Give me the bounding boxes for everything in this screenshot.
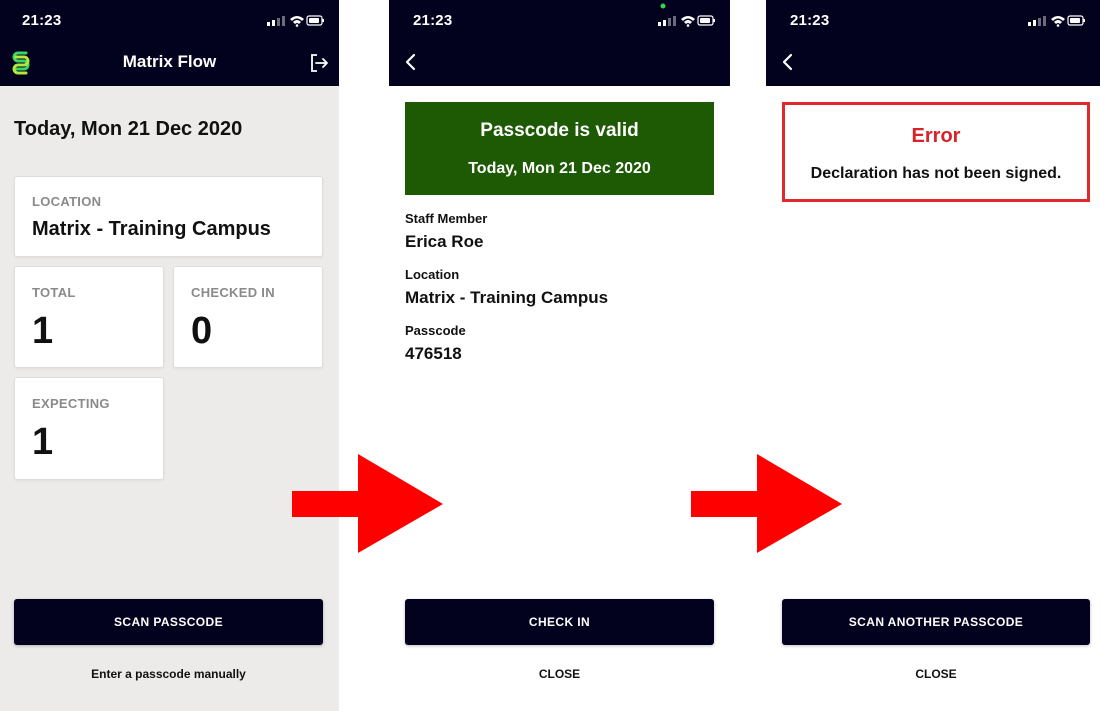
- total-label: TOTAL: [32, 285, 76, 300]
- staff-member-value: Erica Roe: [405, 232, 484, 251]
- flow-page: 21:23 Matrix Flow Today, Mon 21 Dec 2020…: [0, 0, 1100, 711]
- checked-in-label: CHECKED IN: [191, 285, 275, 300]
- status-icons: [658, 15, 715, 27]
- status-time: 21:23: [790, 12, 830, 29]
- green-dot-icon: [660, 3, 666, 9]
- status-time: 21:23: [413, 12, 453, 29]
- error-message: Declaration has not been signed.: [810, 165, 1062, 182]
- date-heading: Today, Mon 21 Dec 2020: [14, 118, 243, 140]
- expecting-card: EXPECTING 1: [14, 377, 164, 480]
- banner-title: Passcode is valid: [480, 120, 639, 141]
- checked-in-card: CHECKED IN 0: [173, 266, 323, 368]
- expecting-label: EXPECTING: [32, 396, 110, 411]
- expecting-value: 1: [32, 421, 54, 463]
- nav-bar: 21:23: [389, 0, 730, 86]
- location-label: Location: [405, 267, 460, 282]
- chevron-left-icon[interactable]: [401, 52, 421, 72]
- passcode-label: Passcode: [405, 323, 466, 338]
- red-arrow-icon: [292, 454, 443, 553]
- home-screen: 21:23 Matrix Flow Today, Mon 21 Dec 2020…: [0, 0, 339, 711]
- status-icons: [267, 15, 324, 27]
- logout-icon[interactable]: [309, 53, 329, 73]
- app-title: Matrix Flow: [122, 52, 217, 71]
- enter-passcode-manually-link[interactable]: Enter a passcode manually: [0, 667, 337, 681]
- nav-bar: 21:23 Matrix Flow: [0, 0, 339, 86]
- location-label: LOCATION: [32, 194, 102, 209]
- checked-in-value: 0: [191, 310, 213, 352]
- red-arrow-icon: [691, 454, 842, 553]
- close-link[interactable]: CLOSE: [766, 667, 1100, 681]
- error-title: Error: [911, 125, 961, 147]
- passcode-valid-screen: 21:23 Passcode is valid Today, Mon 21 De…: [389, 0, 730, 711]
- status-time: 21:23: [22, 12, 62, 29]
- banner-date: Today, Mon 21 Dec 2020: [468, 160, 651, 177]
- scan-passcode-button[interactable]: SCAN PASSCODE: [14, 599, 323, 645]
- close-link[interactable]: CLOSE: [389, 667, 730, 681]
- passcode-valid-banner: Passcode is valid Today, Mon 21 Dec 2020: [405, 102, 714, 195]
- status-icons: [1028, 15, 1085, 27]
- staff-member-label: Staff Member: [405, 211, 488, 226]
- check-in-button[interactable]: CHECK IN: [405, 599, 714, 645]
- error-box: Error Declaration has not been signed.: [782, 102, 1090, 202]
- location-value: Matrix - Training Campus: [405, 288, 609, 307]
- error-screen: 21:23 Error Declaration has not been sig…: [766, 0, 1100, 711]
- nav-bar: 21:23: [766, 0, 1100, 86]
- chevron-left-icon[interactable]: [778, 52, 798, 72]
- total-card: TOTAL 1: [14, 266, 164, 368]
- scan-another-passcode-button[interactable]: SCAN ANOTHER PASSCODE: [782, 599, 1090, 645]
- location-value: Matrix - Training Campus: [32, 218, 271, 240]
- passcode-value: 476518: [405, 344, 462, 363]
- total-value: 1: [32, 310, 54, 352]
- location-card: LOCATION Matrix - Training Campus: [14, 176, 323, 257]
